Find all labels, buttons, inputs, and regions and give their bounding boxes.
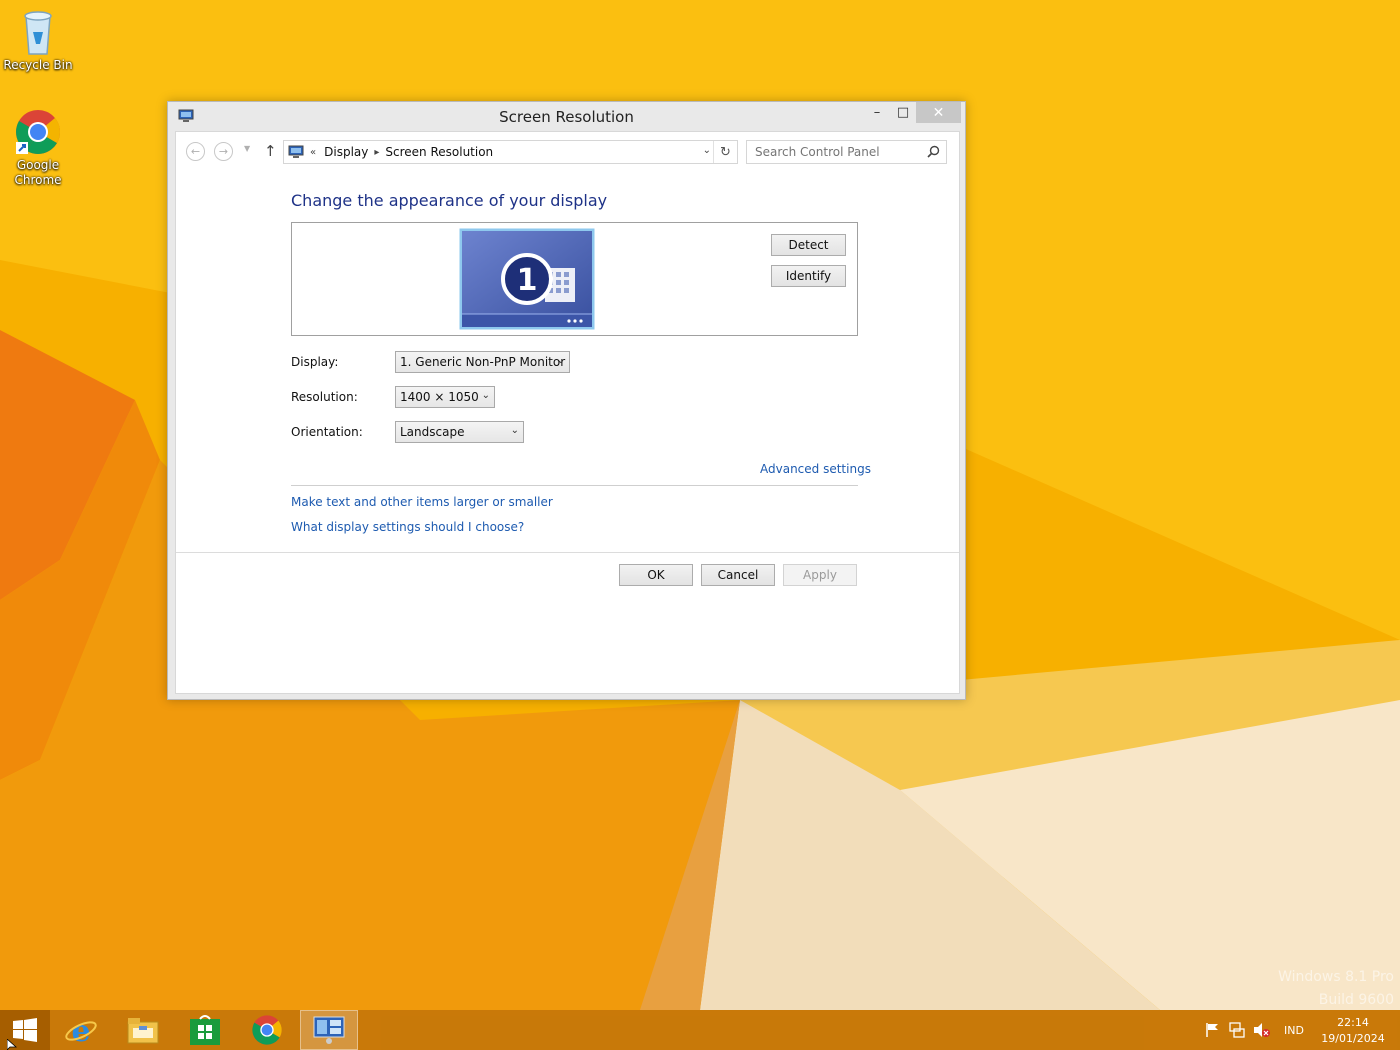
control-panel-display-icon (288, 145, 304, 158)
taskbar: e IND 22:14 19/01/2024 (0, 1010, 1400, 1050)
watermark-edition: Windows 8.1 Pro (1278, 969, 1394, 985)
network-icon[interactable] (1229, 1022, 1245, 1038)
resolution-label: Resolution: (291, 390, 358, 404)
desktop-icon-recycle-bin[interactable]: Recycle Bin (0, 6, 76, 73)
taskbar-chrome[interactable] (238, 1010, 296, 1050)
forward-arrow-icon: → (218, 145, 229, 158)
breadcrumb-screen-resolution[interactable]: Screen Resolution (385, 145, 493, 159)
orientation-select[interactable]: Landscape ⌄ (395, 421, 524, 443)
input-language-indicator[interactable]: IND (1284, 1024, 1304, 1037)
taskbar-screen-resolution[interactable] (300, 1010, 358, 1050)
watermark-build: Build 9600 (1318, 992, 1394, 1008)
divider (291, 485, 858, 486)
internet-explorer-icon: e (65, 1014, 97, 1046)
taskbar-store[interactable] (176, 1010, 234, 1050)
orientation-label: Orientation: (291, 425, 363, 439)
volume-muted-icon[interactable] (1253, 1022, 1271, 1038)
close-icon: ✕ (932, 104, 945, 121)
clock-date: 19/01/2024 (1321, 1032, 1385, 1045)
monitor-number: 1 (517, 263, 538, 298)
action-center-flag-icon[interactable] (1205, 1022, 1221, 1038)
monitor-1-icon[interactable]: 1 (459, 228, 595, 330)
display-value: 1. Generic Non-PnP Monitor (400, 355, 566, 369)
refresh-icon: ↻ (720, 144, 731, 160)
detect-button[interactable]: Detect (771, 234, 846, 256)
recent-locations-chevron-down-icon[interactable]: ▼ (244, 144, 250, 153)
refresh-button[interactable]: ↻ (713, 141, 737, 163)
mouse-pointer-icon (7, 1039, 17, 1050)
system-clock[interactable]: 22:14 19/01/2024 (1318, 1015, 1388, 1047)
apply-button[interactable]: Apply (783, 564, 857, 586)
ok-button[interactable]: OK (619, 564, 693, 586)
forward-button[interactable]: → (214, 142, 233, 161)
search-box[interactable] (746, 140, 947, 164)
close-button[interactable]: ✕ (916, 102, 961, 123)
up-arrow-icon: ↑ (264, 142, 277, 160)
window-client-area: ← → ▼ ↑ « Display ▸ Screen Resolution ⌄ … (175, 131, 960, 694)
resolution-select[interactable]: 1400 × 1050 ⌄ (395, 386, 495, 408)
taskbar-file-explorer[interactable] (114, 1010, 172, 1050)
clock-time: 22:14 (1337, 1016, 1369, 1029)
file-explorer-icon (127, 1018, 159, 1044)
text-size-link[interactable]: Make text and other items larger or smal… (291, 495, 553, 509)
chrome-label: Google Chrome (14, 158, 62, 187)
display-label: Display: (291, 355, 339, 369)
advanced-settings-link[interactable]: Advanced settings (760, 462, 871, 476)
resolution-value: 1400 × 1050 (400, 390, 479, 404)
breadcrumb-chevron-right-icon[interactable]: ▸ (374, 147, 379, 158)
cancel-button[interactable]: Cancel (701, 564, 775, 586)
display-settings-icon (313, 1016, 345, 1044)
breadcrumb-overflow-icon[interactable]: « (310, 147, 316, 158)
back-button[interactable]: ← (186, 142, 205, 161)
monitor-arrangement-area: 1 Detect Identify (291, 222, 858, 336)
search-input[interactable] (747, 141, 922, 163)
desktop-icon-google-chrome[interactable]: Google Chrome (0, 108, 76, 188)
orientation-value: Landscape (400, 425, 465, 439)
chevron-down-icon: ⌄ (556, 355, 565, 366)
maximize-icon: □ (896, 105, 910, 120)
divider (176, 552, 959, 553)
taskbar-internet-explorer[interactable]: e (52, 1010, 110, 1050)
search-icon[interactable] (927, 145, 940, 158)
back-arrow-icon: ← (190, 145, 201, 158)
up-button[interactable]: ↑ (264, 142, 277, 160)
chevron-down-icon: ⌄ (510, 425, 519, 436)
store-icon (190, 1015, 220, 1045)
svg-text:e: e (71, 1014, 90, 1046)
minimize-icon: – (873, 105, 881, 120)
breadcrumb-display[interactable]: Display (324, 145, 368, 159)
chrome-icon (16, 110, 61, 154)
maximize-button[interactable]: □ (890, 102, 916, 123)
identify-button[interactable]: Identify (771, 265, 846, 287)
chevron-down-icon: ⌄ (481, 390, 490, 401)
minimize-button[interactable]: – (864, 102, 890, 123)
address-dropdown-chevron-down-icon[interactable]: ⌄ (703, 145, 711, 156)
recycle-bin-icon (24, 11, 52, 55)
chrome-icon (252, 1015, 282, 1045)
screen-resolution-window: Screen Resolution – □ ✕ ← → ▼ ↑ « Displa… (167, 101, 966, 700)
os-watermark: Windows 8.1 Pro Build 9600 (1278, 966, 1394, 1012)
recycle-bin-label: Recycle Bin (3, 58, 73, 72)
address-bar[interactable]: « Display ▸ Screen Resolution ⌄ ↻ (283, 140, 738, 164)
title-bar[interactable]: Screen Resolution – □ ✕ (168, 102, 965, 131)
display-select[interactable]: 1. Generic Non-PnP Monitor ⌄ (395, 351, 570, 373)
display-help-link[interactable]: What display settings should I choose? (291, 520, 524, 534)
page-title: Change the appearance of your display (291, 191, 608, 210)
window-title: Screen Resolution (499, 108, 634, 126)
